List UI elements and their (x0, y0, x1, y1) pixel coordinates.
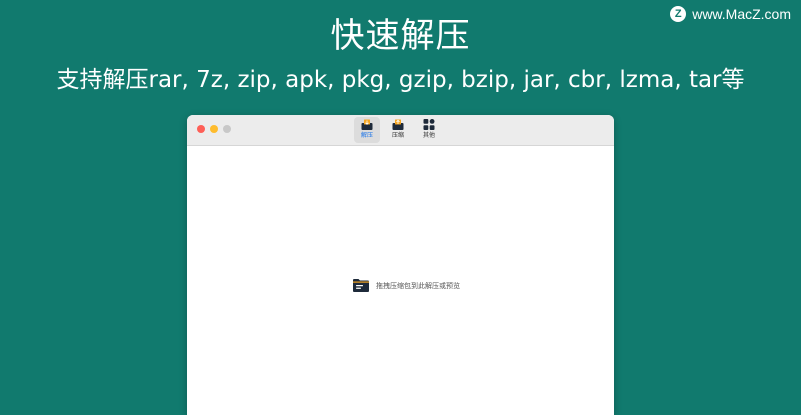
watermark: Z www.MacZ.com (670, 4, 791, 24)
watermark-text: www.MacZ.com (692, 6, 791, 22)
close-window-button[interactable] (197, 125, 205, 133)
tab-compress[interactable]: 压缩 (385, 117, 411, 143)
macz-logo-icon: Z (670, 6, 687, 22)
compress-tray-icon (392, 119, 404, 130)
tab-extract[interactable]: 解压 (354, 117, 380, 143)
drop-area[interactable]: 拖拽压缩包到此解压或预览 (187, 146, 614, 415)
zoom-window-button[interactable] (223, 125, 231, 133)
grid-apps-icon (423, 119, 435, 130)
dropzone-text: 拖拽压缩包到此解压或预览 (376, 281, 460, 290)
page-subtitle: 支持解压rar, 7z, zip, apk, pkg, gzip, bzip, … (56, 67, 745, 93)
tab-extract-label: 解压 (360, 132, 373, 139)
window-titlebar: 解压 压缩 其他 (187, 115, 614, 146)
tab-other-label: 其他 (422, 132, 435, 139)
tab-other[interactable]: 其他 (416, 117, 442, 143)
dropzone-hint: 拖拽压缩包到此解压或预览 (352, 278, 460, 293)
extract-tray-icon (361, 119, 373, 130)
traffic-lights (197, 125, 231, 133)
app-window: 解压 压缩 其他 拖拽压缩包到此解压或预览 (187, 115, 614, 415)
tab-compress-label: 压缩 (391, 132, 404, 139)
folder-archive-icon (353, 279, 369, 292)
toolbar-tabs: 解压 压缩 其他 (354, 117, 442, 143)
minimize-window-button[interactable] (210, 125, 218, 133)
